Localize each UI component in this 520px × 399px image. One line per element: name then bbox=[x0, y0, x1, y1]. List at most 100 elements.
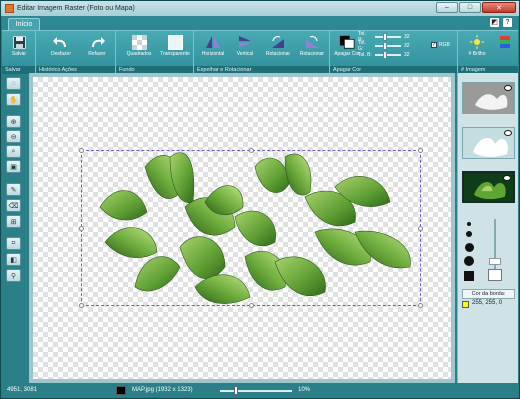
floppy-icon bbox=[11, 34, 27, 50]
ribbon-tab-row: Início ◩ ? bbox=[2, 16, 518, 30]
app-window: Editar Imagem Raster (Foto ou Mapa) – □ … bbox=[0, 0, 520, 399]
tolerance-r-slider[interactable] bbox=[375, 33, 401, 41]
tab-inicio[interactable]: Início bbox=[8, 18, 40, 30]
brightness-button[interactable]: # Brilho bbox=[462, 34, 492, 57]
tolerance-b-row: Tol. B: 32 bbox=[358, 51, 410, 59]
app-icon bbox=[5, 4, 14, 13]
brush-size-large[interactable] bbox=[464, 256, 474, 266]
hand-icon[interactable]: ✋ bbox=[6, 93, 21, 106]
group-historico: Desfazer Refazer Histórico Ações bbox=[36, 31, 116, 74]
fill-icon[interactable]: ◧ bbox=[6, 253, 21, 266]
rotate-left-label: Rotacionar bbox=[265, 51, 291, 57]
rgb-checkbox-row: ✓ RGB bbox=[431, 42, 450, 48]
group-imagem: # Brilho # Imagem bbox=[458, 31, 518, 74]
selection-handle[interactable] bbox=[79, 148, 84, 153]
left-toolbar: ◌ ✋ ⊕ ⊖ ⌕ ▣ ✎ ⌫ ⊞ ⌗ ◧ ⚲ bbox=[3, 75, 25, 381]
brush-size-tiny[interactable] bbox=[467, 222, 471, 226]
selection-handle[interactable] bbox=[79, 226, 84, 231]
flip-vertical-icon bbox=[237, 34, 253, 50]
brush-size-small[interactable] bbox=[466, 231, 472, 237]
rgb-label: RGB bbox=[439, 42, 450, 48]
zoom-in-icon[interactable]: ⊕ bbox=[6, 115, 21, 128]
brush-size-thumb[interactable] bbox=[489, 258, 501, 265]
brush-preview bbox=[488, 269, 502, 281]
border-color-swatch[interactable] bbox=[462, 301, 469, 308]
zoom-value: 10% bbox=[298, 387, 311, 393]
tolerance-g-row: Tol. G: 32 bbox=[358, 40, 410, 52]
checker-background-button[interactable]: Quadrados bbox=[124, 34, 154, 57]
window-title: Editar Imagem Raster (Foto ou Mapa) bbox=[17, 5, 135, 12]
eye-icon[interactable] bbox=[503, 175, 511, 181]
transparent-background-button[interactable]: Transparente bbox=[158, 34, 192, 57]
save-label: Salvar bbox=[11, 51, 27, 57]
palette-icon[interactable]: ◩ bbox=[490, 18, 499, 27]
help-icon[interactable]: ? bbox=[503, 18, 512, 27]
minimize-button[interactable]: – bbox=[436, 2, 458, 13]
group-fundo: Quadrados Transparente Fundo bbox=[116, 31, 194, 74]
erase-color-button[interactable]: Apagar Cor bbox=[333, 34, 361, 57]
flip-horizontal-icon bbox=[205, 34, 221, 50]
contrast-icon bbox=[497, 34, 513, 50]
tolerance-g-value: 32 bbox=[404, 43, 410, 49]
rotate-right-label: Rotacionar bbox=[299, 51, 325, 57]
layer-original[interactable] bbox=[462, 171, 515, 203]
transparent-label: Transparente bbox=[160, 51, 190, 57]
redo-button[interactable]: Refazer bbox=[82, 34, 112, 57]
flip-vertical-label: Vertical bbox=[236, 51, 254, 57]
brush-size-square[interactable] bbox=[464, 271, 474, 281]
border-color-button[interactable]: Cor da borda: bbox=[462, 289, 515, 299]
layer-mask-gray[interactable] bbox=[462, 82, 515, 114]
rotate-right-button[interactable]: Rotacionar bbox=[296, 34, 328, 57]
cursor-coords: 4951, 3081 bbox=[7, 387, 38, 393]
tolerance-b-slider[interactable] bbox=[375, 51, 401, 59]
save-button[interactable]: Salvar bbox=[7, 34, 31, 57]
checker-icon bbox=[131, 34, 147, 50]
zoom-out-icon[interactable]: ⊖ bbox=[6, 130, 21, 143]
tolerance-g-slider[interactable] bbox=[375, 42, 401, 50]
undo-icon bbox=[53, 34, 69, 50]
eye-icon[interactable] bbox=[504, 130, 512, 136]
zoom-slider[interactable] bbox=[220, 390, 292, 392]
close-button[interactable]: ✕ bbox=[482, 2, 516, 13]
file-info: MAP.jpg (1932 x 1323) bbox=[132, 387, 193, 393]
tolerance-g-thumb[interactable] bbox=[382, 42, 387, 50]
tolerance-r-thumb[interactable] bbox=[382, 33, 387, 41]
flip-horizontal-button[interactable]: Horizontal bbox=[198, 34, 228, 57]
image-canvas[interactable] bbox=[33, 77, 451, 379]
layer-mask-white[interactable] bbox=[462, 127, 515, 159]
flip-vertical-button[interactable]: Vertical bbox=[230, 34, 260, 57]
crop-icon[interactable]: ⌗ bbox=[6, 237, 21, 250]
color-indicator bbox=[116, 386, 126, 395]
rgb-checkbox[interactable]: ✓ bbox=[431, 42, 437, 48]
zoom-100-icon[interactable]: ▣ bbox=[6, 160, 21, 173]
rotate-left-icon bbox=[270, 34, 286, 50]
title-bar: Editar Imagem Raster (Foto ou Mapa) – □ … bbox=[1, 1, 519, 16]
zoom-thumb[interactable] bbox=[233, 386, 238, 395]
group-apagar-cor: Apagar Cor Tol. R: 32 Tol. G: 32 Tol. B:… bbox=[330, 31, 458, 74]
lasso-icon[interactable]: ◌ bbox=[6, 77, 21, 90]
pencil-icon[interactable]: ✎ bbox=[6, 183, 21, 196]
canvas-area[interactable] bbox=[29, 73, 455, 383]
eye-icon[interactable] bbox=[504, 85, 512, 91]
erase-color-label: Apagar Cor bbox=[334, 51, 360, 57]
stamp-icon[interactable]: ⊞ bbox=[6, 215, 21, 228]
plant-image bbox=[99, 152, 411, 304]
tolerance-r-value: 32 bbox=[404, 34, 410, 40]
group-espelhar: Horizontal Vertical Rotacionar Rotaciona… bbox=[194, 31, 330, 74]
brightness-icon bbox=[469, 34, 485, 50]
rotate-left-button[interactable]: Rotacionar bbox=[262, 34, 294, 57]
brush-size-medium[interactable] bbox=[465, 243, 474, 252]
selection-handle[interactable] bbox=[79, 303, 84, 308]
maximize-button[interactable]: □ bbox=[459, 2, 481, 13]
zoom-fit-icon[interactable]: ⌕ bbox=[6, 145, 21, 158]
tolerance-b-thumb[interactable] bbox=[382, 51, 387, 59]
erase-color-icon bbox=[339, 34, 355, 50]
redo-icon bbox=[89, 34, 105, 50]
contrast-button[interactable] bbox=[496, 34, 514, 51]
eyedropper-icon[interactable]: ⚲ bbox=[6, 269, 21, 282]
transparent-icon bbox=[167, 34, 183, 50]
undo-button[interactable]: Desfazer bbox=[46, 34, 76, 57]
ribbon: Salvar Salvar Desfazer Refazer Histórico… bbox=[2, 30, 518, 74]
status-bar: 4951, 3081 MAP.jpg (1932 x 1323) 10% bbox=[2, 383, 518, 398]
eraser-icon[interactable]: ⌫ bbox=[6, 199, 21, 212]
